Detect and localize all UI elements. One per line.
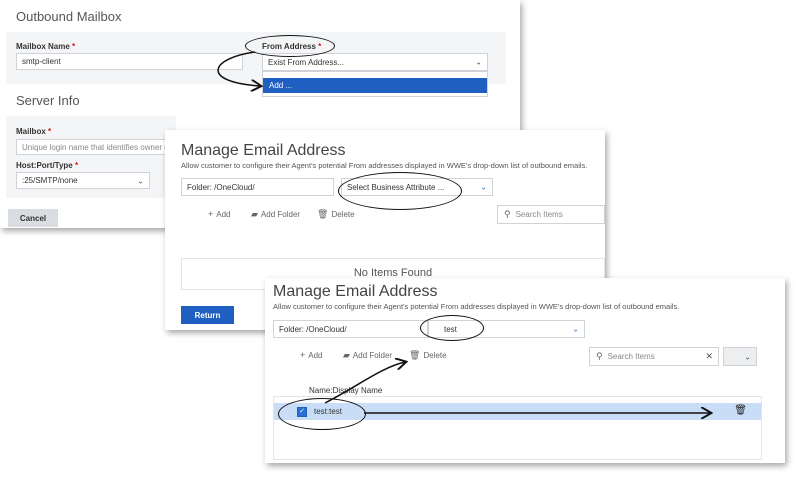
search-icon: ⚲ — [596, 351, 603, 361]
from-address-dropdown: Add ... — [262, 71, 488, 97]
search-input[interactable]: ⚲ Search Items — [497, 205, 605, 224]
trash-icon: 🗑 — [409, 350, 421, 360]
clear-search-icon[interactable]: ✕ — [705, 351, 713, 362]
dropdown-option-add[interactable]: Add ... — [263, 78, 487, 93]
chevron-down-icon: ⌄ — [475, 57, 482, 67]
mailbox-input[interactable]: Unique login name that identifies owner … — [16, 139, 186, 155]
folder-path-field: Folder: /OneCloud/ — [181, 178, 334, 196]
return-button[interactable]: Return — [181, 306, 234, 324]
mailbox-label: Mailbox * — [16, 127, 52, 136]
annotation-oval-from-address — [245, 35, 335, 57]
chevron-down-icon: ⌄ — [480, 182, 487, 192]
folder-path-field: Folder: /OneCloud/ — [273, 320, 428, 338]
add-button[interactable]: + Add — [300, 350, 323, 360]
delete-button[interactable]: 🗑 Delete — [317, 209, 355, 220]
column-header: Name:Display Name — [309, 386, 383, 395]
delete-button[interactable]: 🗑 Delete — [409, 350, 447, 361]
page-size-select[interactable]: ⌄ — [723, 347, 757, 366]
chevron-down-icon: ⌄ — [137, 176, 144, 185]
server-info-title: Server Info — [16, 93, 80, 108]
annotation-oval-test — [420, 315, 484, 341]
outbound-mailbox-title: Outbound Mailbox — [16, 9, 122, 24]
host-port-type-label: Host:Port/Type * — [16, 161, 79, 170]
plus-icon: + — [300, 350, 306, 360]
trash-icon: 🗑 — [317, 209, 329, 219]
plus-icon: + — [208, 209, 214, 219]
page-description: Allow customer to configure their Agent'… — [273, 302, 680, 311]
mailbox-name-label: Mailbox Name * — [16, 42, 76, 51]
cancel-button[interactable]: Cancel — [8, 209, 58, 227]
search-icon: ⚲ — [504, 209, 511, 219]
mailbox-name-input[interactable]: smtp-client — [16, 53, 243, 70]
search-input[interactable]: ⚲ Search Items ✕ — [589, 347, 719, 366]
folder-icon: ▰ — [251, 209, 258, 219]
annotation-oval-business-attribute — [338, 172, 462, 210]
page-title: Manage Email Address — [273, 283, 438, 300]
page-title: Manage Email Address — [181, 142, 346, 159]
annotation-oval-row — [278, 398, 366, 430]
folder-icon: ▰ — [343, 350, 350, 360]
row-delete-icon[interactable]: 🗑 — [734, 405, 747, 416]
add-folder-button[interactable]: ▰ Add Folder — [343, 350, 392, 361]
chevron-down-icon: ⌄ — [572, 324, 579, 334]
chevron-down-icon: ⌄ — [744, 352, 751, 361]
add-button[interactable]: + Add — [208, 209, 231, 219]
add-folder-button[interactable]: ▰ Add Folder — [251, 209, 300, 220]
manage-email-address-panel-result: Manage Email Address Allow customer to c… — [265, 278, 785, 463]
page-description: Allow customer to configure their Agent'… — [181, 161, 588, 170]
host-port-type-select[interactable]: :25/SMTP/none ⌄ — [16, 172, 150, 189]
